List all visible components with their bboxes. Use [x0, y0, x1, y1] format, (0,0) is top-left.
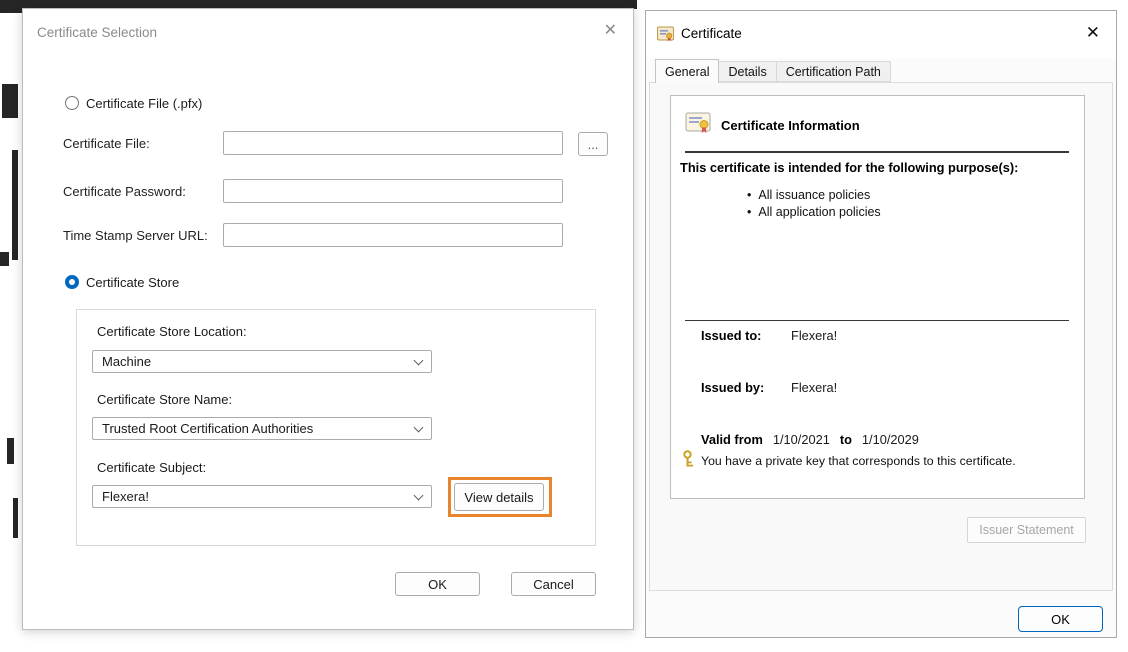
radio-certificate-file[interactable]: Certificate File (.pfx) [65, 95, 202, 111]
valid-from-label: Valid from [701, 432, 763, 447]
private-key-icon [681, 450, 694, 471]
certificate-subject-value: Flexera! [102, 489, 149, 504]
close-icon[interactable]: ✕ [1086, 24, 1100, 41]
issued-to-row: Issued to: Flexera! [701, 328, 837, 343]
radio-certificate-store-label: Certificate Store [86, 275, 179, 290]
tab-certification-path[interactable]: Certification Path [777, 61, 891, 82]
divider [685, 320, 1069, 321]
store-location-dropdown[interactable]: Machine [92, 350, 432, 373]
certificate-subject-label: Certificate Subject: [97, 460, 206, 475]
title-bar: Certificate ✕ [646, 11, 1116, 58]
chevron-down-icon [414, 422, 424, 432]
chevron-down-icon [414, 355, 424, 365]
issued-by-value: Flexera! [791, 380, 837, 395]
certificate-icon [657, 26, 675, 42]
tab-strip: General Details Certification Path [655, 59, 891, 82]
dialog-title: Certificate Selection [37, 25, 157, 40]
chevron-down-icon [414, 490, 424, 500]
certificate-info-title: Certificate Information [721, 118, 860, 133]
valid-to-label: to [840, 432, 852, 447]
private-key-row: You have a private key that corresponds … [681, 450, 1079, 471]
background-artifact [2, 84, 18, 118]
store-name-dropdown[interactable]: Trusted Root Certification Authorities [92, 417, 432, 440]
background-artifact [0, 252, 9, 266]
certificate-info-icon [685, 111, 711, 140]
browse-button[interactable]: ... [578, 132, 608, 156]
radio-certificate-store[interactable]: Certificate Store [65, 274, 179, 290]
certificate-selection-dialog: Certificate Selection ✕ Certificate File… [22, 8, 634, 630]
general-tab-page: Certificate Information This certificate… [649, 82, 1113, 591]
private-key-note: You have a private key that corresponds … [701, 454, 1016, 468]
radio-unselected-icon [65, 96, 79, 110]
certificate-file-input[interactable] [223, 131, 563, 155]
background-artifact [7, 438, 14, 464]
purpose-item: All issuance policies [747, 188, 870, 202]
store-name-label: Certificate Store Name: [97, 392, 232, 407]
valid-from-date: 1/10/2021 [773, 432, 830, 447]
timestamp-server-url-label: Time Stamp Server URL: [63, 228, 208, 243]
view-details-button[interactable]: View details [454, 483, 544, 511]
issued-by-label: Issued by: [701, 380, 791, 395]
intended-heading: This certificate is intended for the fol… [680, 160, 1018, 175]
issued-to-value: Flexera! [791, 328, 837, 343]
certificate-password-label: Certificate Password: [63, 184, 186, 199]
tab-details[interactable]: Details [719, 61, 776, 82]
background-artifact [0, 0, 24, 13]
purpose-item: All application policies [747, 205, 881, 219]
store-location-label: Certificate Store Location: [97, 324, 247, 339]
dialog-title: Certificate [681, 26, 742, 41]
certificate-dialog: Certificate ✕ General Details Certificat… [645, 10, 1117, 638]
ok-button[interactable]: OK [395, 572, 480, 596]
validity-row: Valid from 1/10/2021 to 1/10/2029 [701, 432, 919, 447]
store-location-value: Machine [102, 354, 151, 369]
tab-general[interactable]: General [655, 59, 719, 83]
issued-by-row: Issued by: Flexera! [701, 380, 837, 395]
radio-certificate-file-label: Certificate File (.pfx) [86, 96, 202, 111]
certificate-info-header: Certificate Information [685, 110, 860, 140]
certificate-file-label: Certificate File: [63, 136, 150, 151]
timestamp-server-url-input[interactable] [223, 223, 563, 247]
divider [685, 151, 1069, 153]
issued-to-label: Issued to: [701, 328, 791, 343]
certificate-subject-dropdown[interactable]: Flexera! [92, 485, 432, 508]
certificate-password-input[interactable] [223, 179, 563, 203]
cancel-button[interactable]: Cancel [511, 572, 596, 596]
radio-selected-icon [65, 275, 79, 289]
ok-button[interactable]: OK [1018, 606, 1103, 632]
store-name-value: Trusted Root Certification Authorities [102, 421, 313, 436]
issuer-statement-button[interactable]: Issuer Statement [967, 517, 1086, 543]
background-artifact [12, 150, 18, 260]
certificate-content-box: Certificate Information This certificate… [670, 95, 1085, 499]
valid-to-date: 1/10/2029 [862, 432, 919, 447]
close-icon[interactable]: ✕ [604, 23, 617, 39]
background-artifact [13, 498, 18, 538]
certificate-store-groupbox: Certificate Store Location: Machine Cert… [76, 309, 596, 546]
